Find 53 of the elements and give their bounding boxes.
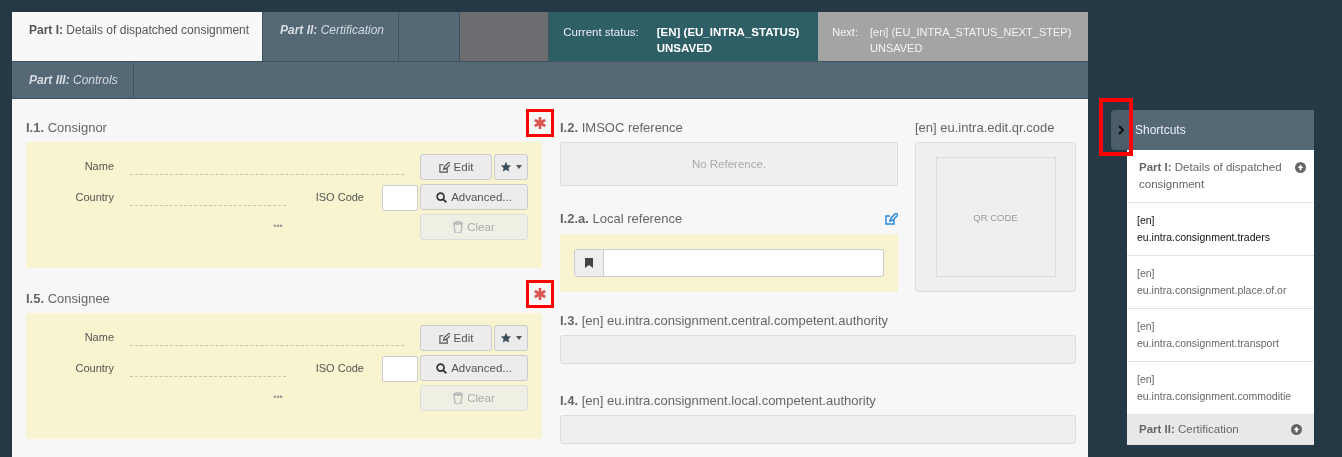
qr-code-field: QR CODE bbox=[935, 157, 1056, 277]
field-label: Country bbox=[74, 190, 114, 205]
trash-icon bbox=[453, 392, 464, 404]
shortcut-item[interactable]: [en] eu.intra.consignment.commoditie bbox=[1127, 362, 1314, 415]
field-label: Country bbox=[74, 361, 114, 376]
iso-code-field[interactable] bbox=[382, 356, 418, 382]
search-icon bbox=[436, 191, 448, 203]
advanced-button[interactable]: Advanced... bbox=[420, 184, 528, 210]
caret-icon bbox=[516, 336, 522, 340]
imsoc-reference-field: No Reference. bbox=[560, 142, 898, 186]
status-label: Current status: bbox=[563, 25, 639, 40]
favorites-dropdown[interactable] bbox=[494, 325, 528, 351]
trash-icon bbox=[453, 221, 464, 233]
favorites-dropdown[interactable] bbox=[494, 154, 528, 180]
search-icon bbox=[436, 362, 448, 374]
highlight-frame bbox=[1099, 98, 1133, 156]
section-title: I.1. Consignor bbox=[26, 119, 107, 135]
field-label: Name bbox=[83, 330, 114, 345]
field-label: ISO Code bbox=[314, 190, 364, 205]
arrow-up-icon bbox=[1291, 424, 1302, 435]
shortcut-section[interactable]: Part II: Certification bbox=[1127, 415, 1314, 445]
caret-icon bbox=[516, 165, 522, 169]
shortcut-item[interactable]: [en] eu.intra.consignment.place.of.or bbox=[1127, 256, 1314, 309]
local-reference-field[interactable] bbox=[604, 248, 884, 277]
advanced-button[interactable]: Advanced... bbox=[420, 355, 528, 381]
bookmark-icon bbox=[574, 248, 604, 277]
more-text: ••• bbox=[272, 392, 284, 402]
section-title: I.3. [en] eu.intra.consignment.central.competent.authority bbox=[560, 312, 889, 328]
more-text: ••• bbox=[272, 221, 284, 231]
edit-button[interactable]: Edit bbox=[420, 325, 492, 351]
section-title: I.2. IMSOC reference bbox=[560, 119, 683, 135]
edit-icon[interactable] bbox=[885, 212, 898, 225]
edit-button[interactable]: Edit bbox=[420, 154, 492, 180]
section-title: I.2.a. Local reference bbox=[560, 211, 683, 226]
edit-icon bbox=[438, 332, 450, 344]
tab[interactable]: Part III: Controls bbox=[12, 62, 134, 98]
tab[interactable]: Part I: Details of dispatched consignment bbox=[12, 12, 263, 61]
shortcut-section[interactable]: Part I: Details of dispatched consignment bbox=[1127, 150, 1314, 203]
chevron-icon bbox=[1117, 125, 1125, 135]
section-title: I.5. Consignee bbox=[26, 290, 110, 306]
field-label: ISO Code bbox=[314, 361, 364, 376]
arrow-up-icon bbox=[1295, 162, 1306, 173]
collapse-button[interactable] bbox=[1111, 110, 1131, 150]
shortcut-item[interactable]: [en] eu.intra.consignment.traders bbox=[1127, 203, 1314, 256]
section-title: [en] eu.intra.edit.qr.code bbox=[915, 119, 1055, 135]
iso-code-field[interactable] bbox=[382, 185, 418, 211]
section-title: I.4. [en] eu.intra.consignment.local.competent.authority bbox=[560, 392, 876, 408]
edit-icon bbox=[438, 161, 450, 173]
star-icon bbox=[500, 332, 512, 344]
star-icon bbox=[500, 161, 512, 173]
shortcut-item[interactable]: [en] eu.intra.consignment.transport bbox=[1127, 309, 1314, 362]
status-label: Next: bbox=[832, 25, 858, 40]
field-label: Name bbox=[83, 159, 114, 174]
